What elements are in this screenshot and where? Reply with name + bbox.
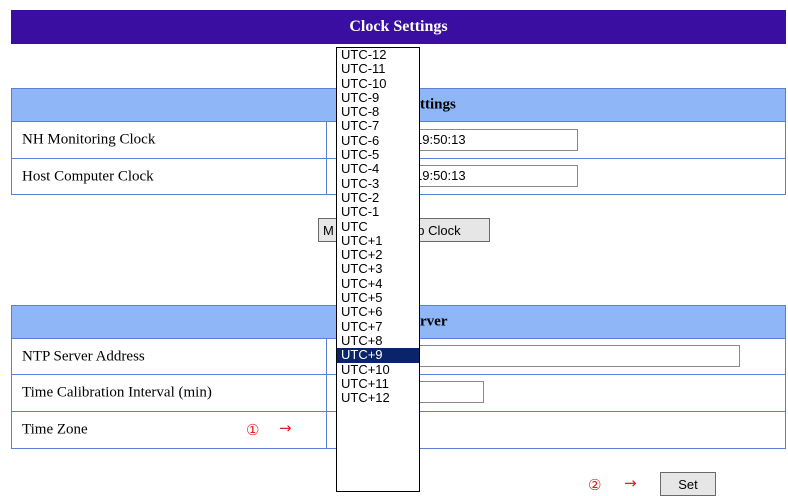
host-computer-clock-field[interactable]: 19:50:13	[410, 165, 578, 187]
time-zone-label: Time Zone	[22, 421, 88, 438]
time-zone-option[interactable]: UTC-10	[337, 76, 419, 91]
nh-monitoring-clock-field[interactable]: 19:50:13	[410, 129, 578, 151]
ntp-server-address-label: NTP Server Address	[22, 348, 145, 364]
time-zone-option[interactable]: UTC-12	[337, 47, 419, 62]
time-zone-option[interactable]: UTC+8	[337, 333, 419, 348]
time-zone-option[interactable]: UTC+2	[337, 247, 419, 262]
time-zone-option[interactable]: UTC+7	[337, 319, 419, 334]
time-calibration-interval-input[interactable]	[410, 381, 484, 403]
nh-monitoring-clock-label: NH Monitoring Clock	[22, 131, 156, 148]
marker-2: ②	[588, 476, 602, 494]
time-zone-option[interactable]: UTC-1	[337, 204, 419, 219]
time-zone-option[interactable]: UTC+10	[337, 362, 419, 377]
ntp-server-address-input[interactable]	[410, 345, 740, 367]
set-button[interactable]: Set	[660, 472, 716, 496]
page-title: Clock Settings	[11, 10, 786, 44]
arrow-right-icon: →	[624, 474, 637, 492]
time-zone-option[interactable]: UTC+6	[337, 305, 419, 320]
time-zone-option[interactable]: UTC-4	[337, 162, 419, 177]
time-zone-option[interactable]: UTC+9	[337, 347, 419, 363]
ntp-section-header-text: rver	[420, 313, 448, 330]
time-zone-option[interactable]: UTC	[337, 219, 419, 234]
time-zone-option[interactable]: UTC-2	[337, 190, 419, 205]
time-zone-option[interactable]: UTC-9	[337, 90, 419, 105]
time-zone-dropdown-list[interactable]: UTC-12 UTC-11 UTC-10 UTC-9 UTC-8 UTC-7 UTC-6 UT…	[336, 47, 420, 492]
time-zone-option[interactable]: UTC-8	[337, 104, 419, 119]
time-zone-option[interactable]: UTC-7	[337, 119, 419, 134]
column-divider	[326, 159, 327, 194]
column-divider	[326, 375, 327, 411]
time-zone-option[interactable]: UTC+5	[337, 290, 419, 305]
column-divider	[326, 339, 327, 374]
time-zone-option[interactable]: UTC+11	[337, 376, 419, 391]
marker-1: ①	[246, 421, 260, 439]
time-calibration-interval-label: Time Calibration Interval (min)	[22, 384, 212, 401]
time-zone-option[interactable]: UTC-5	[337, 147, 419, 162]
column-divider	[326, 122, 327, 158]
time-zone-option[interactable]: UTC-3	[337, 176, 419, 191]
time-zone-option[interactable]: UTC+4	[337, 276, 419, 291]
column-divider	[326, 412, 327, 448]
time-zone-option[interactable]: UTC-6	[337, 133, 419, 148]
time-zone-option[interactable]: UTC+3	[337, 262, 419, 277]
time-zone-option[interactable]: UTC+1	[337, 233, 419, 248]
host-computer-clock-label: Host Computer Clock	[22, 168, 154, 184]
clock-section-header-text: ttings	[420, 96, 456, 113]
arrow-right-icon: →	[279, 419, 292, 437]
time-zone-option[interactable]: UTC+12	[337, 390, 419, 405]
time-zone-option[interactable]: UTC-11	[337, 61, 419, 76]
